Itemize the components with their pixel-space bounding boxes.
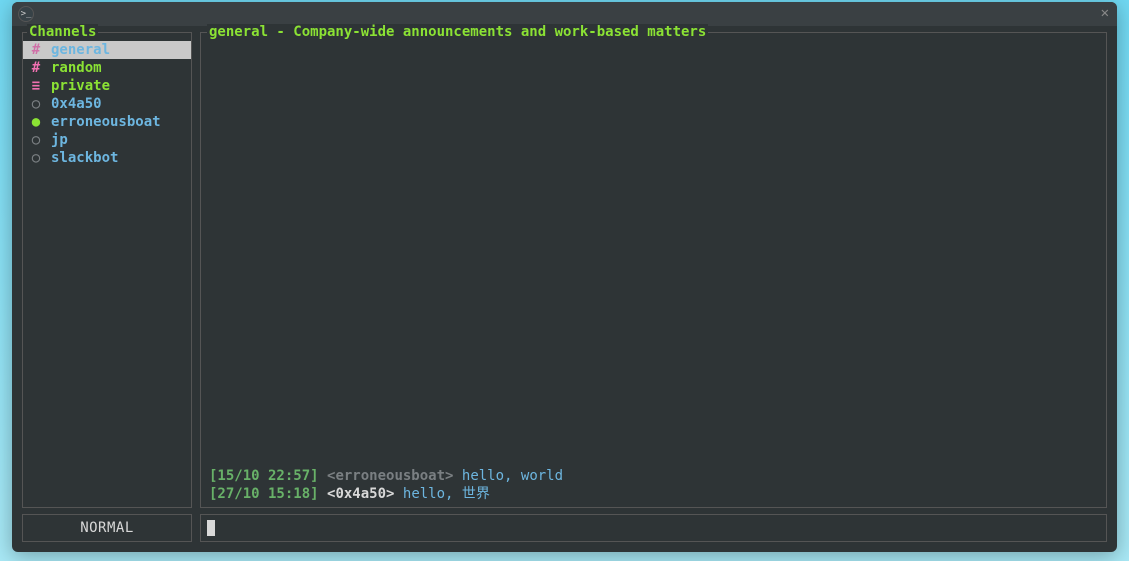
chat-scroll-area[interactable] (209, 39, 1098, 467)
dm-offline-marker-icon: ○ (29, 132, 43, 148)
channel-marker-icon: # (29, 42, 43, 58)
message-row: [27/10 15:18] <0x4a50> hello, 世界 (209, 485, 1098, 503)
channel-label: erroneousboat (51, 114, 161, 130)
terminal-window: >_ ✕ Channels # general # random ≡ private ○ 0x… (12, 2, 1117, 552)
channel-list: # general # random ≡ private ○ 0x4a50 ● erroneous… (23, 41, 191, 167)
close-icon[interactable]: ✕ (1101, 6, 1109, 20)
channel-label: 0x4a50 (51, 96, 102, 112)
message-author: <0x4a50> (327, 486, 394, 502)
mode-indicator: NORMAL (22, 514, 192, 542)
channel-label: random (51, 60, 102, 76)
channel-marker-icon: # (29, 60, 43, 76)
sidebar-item-slackbot[interactable]: ○ slackbot (23, 149, 191, 167)
message-input[interactable] (200, 514, 1107, 542)
sidebar-item-erroneousboat[interactable]: ● erroneousboat (23, 113, 191, 131)
channels-title: Channels (27, 24, 98, 40)
message-text: hello, world (462, 468, 563, 484)
message-timestamp: [27/10 15:18] (209, 486, 319, 502)
top-row: Channels #general#random≡private○0x4a50●… (22, 32, 1107, 508)
chat-header: general - Company-wide announcements and… (207, 24, 708, 40)
dm-offline-marker-icon: ○ (29, 150, 43, 166)
chat-panel: general - Company-wide announcements and… (200, 32, 1107, 508)
sidebar-item-0x4a50[interactable]: ○ 0x4a50 (23, 95, 191, 113)
titlebar[interactable]: >_ ✕ (12, 2, 1117, 26)
message-timestamp: [15/10 22:57] (209, 468, 319, 484)
message-text: hello, 世界 (403, 486, 490, 502)
bottom-row: NORMAL (22, 514, 1107, 542)
message-author: <erroneousboat> (327, 468, 453, 484)
message-row: [15/10 22:57] <erroneousboat> hello, wor… (209, 467, 1098, 485)
sidebar-item-private[interactable]: ≡ private (23, 77, 191, 95)
sidebar-item-jp[interactable]: ○ jp (23, 131, 191, 149)
message-list: [15/10 22:57] <erroneousboat> hello, wor… (209, 467, 1098, 503)
sidebar-item-random[interactable]: # random (23, 59, 191, 77)
dm-offline-marker-icon: ○ (29, 96, 43, 112)
terminal-icon: >_ (18, 6, 34, 22)
app-content: Channels #general#random≡private○0x4a50●… (12, 26, 1117, 552)
channels-panel: Channels #general#random≡private○0x4a50●… (22, 32, 192, 508)
group-marker-icon: ≡ (29, 78, 43, 94)
channel-label: jp (51, 132, 68, 148)
dm-online-marker-icon: ● (29, 114, 43, 130)
channel-label: private (51, 78, 110, 94)
channel-label: slackbot (51, 150, 118, 166)
text-cursor-icon (207, 520, 215, 536)
channel-label: general (51, 42, 110, 58)
sidebar-item-general[interactable]: # general (23, 41, 191, 59)
